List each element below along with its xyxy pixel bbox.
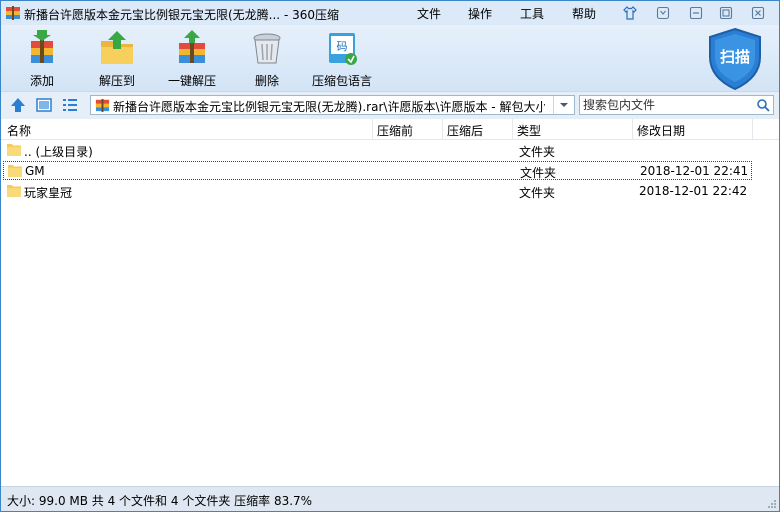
- file-type: 文件夹: [519, 145, 556, 159]
- close-icon: [751, 6, 765, 20]
- maximize-button[interactable]: [717, 4, 735, 22]
- up-arrow-icon[interactable]: [9, 96, 27, 114]
- scan-button-label[interactable]: 扫描: [706, 46, 764, 67]
- toolbar: 添加 解压到 一键解压 删除 码 压缩包语言: [1, 25, 779, 91]
- archive-language-icon: 码: [329, 33, 357, 65]
- svg-text:码: 码: [337, 40, 348, 53]
- file-row-parent[interactable]: .. (上级目录) 文件夹: [3, 141, 752, 160]
- app-logo-icon: [6, 6, 20, 20]
- column-size-after[interactable]: 压缩后: [447, 122, 483, 139]
- skin-shirt-button[interactable]: [621, 4, 639, 22]
- minimize-button[interactable]: [687, 4, 705, 22]
- column-type[interactable]: 类型: [517, 122, 541, 139]
- status-bar: 大小: 99.0 MB 共 4 个文件和 4 个文件夹 压缩率 83.7%: [1, 486, 779, 511]
- delete-trash-icon: [253, 33, 281, 64]
- status-text: 大小: 99.0 MB 共 4 个文件和 4 个文件夹 压缩率 83.7%: [7, 494, 313, 508]
- archive-file-icon: [95, 98, 110, 113]
- column-size-before[interactable]: 压缩前: [377, 122, 413, 139]
- extract-to-label: 解压到: [98, 74, 135, 88]
- column-divider[interactable]: [372, 119, 373, 139]
- delete-label: 删除: [254, 74, 279, 88]
- close-button[interactable]: [749, 4, 767, 22]
- one-click-extract-icon: [179, 30, 205, 63]
- archive-language-button[interactable]: 码 压缩包语言: [307, 29, 377, 89]
- extract-to-icon: [101, 31, 133, 64]
- column-divider[interactable]: [512, 119, 513, 139]
- path-dropdown-button[interactable]: [553, 96, 574, 114]
- column-divider[interactable]: [632, 119, 633, 139]
- list-view-icon[interactable]: [61, 96, 79, 114]
- one-click-extract-button[interactable]: 一键解压: [157, 29, 227, 89]
- add-label: 添加: [29, 74, 54, 88]
- one-click-extract-label: 一键解压: [167, 74, 216, 88]
- archive-language-label: 压缩包语言: [311, 74, 372, 88]
- file-date: 2018-12-01 22:41: [640, 164, 749, 178]
- path-field[interactable]: 新播台许愿版本金元宝比例银元宝无限(无龙腾).rar\许愿版本\许愿版本 - 解…: [90, 95, 575, 115]
- file-name: .. (上级目录): [24, 145, 93, 159]
- shirt-icon: [623, 6, 637, 20]
- file-type: 文件夹: [520, 166, 557, 180]
- feedback-icon: [656, 6, 670, 20]
- feedback-button[interactable]: [654, 4, 672, 22]
- file-name: 玩家皇冠: [24, 186, 73, 200]
- menu-tools[interactable]: 工具: [520, 5, 544, 22]
- add-archive-icon: [31, 30, 53, 63]
- chevron-down-icon: [560, 103, 568, 107]
- thumbnail-view-icon[interactable]: [35, 96, 53, 114]
- column-modified-date[interactable]: 修改日期: [637, 122, 685, 139]
- file-row-player-crown[interactable]: 玩家皇冠 文件夹 2018-12-01 22:42: [3, 182, 752, 201]
- column-divider[interactable]: [752, 119, 753, 139]
- folder-icon: [7, 185, 21, 197]
- file-row-gm[interactable]: GM 文件夹 2018-12-01 22:41: [3, 161, 752, 180]
- file-date: 2018-12-01 22:42: [639, 184, 748, 198]
- maximize-icon: [719, 6, 733, 20]
- minimize-icon: [689, 6, 703, 20]
- menu-operation[interactable]: 操作: [468, 5, 492, 22]
- column-divider[interactable]: [442, 119, 443, 139]
- file-type: 文件夹: [519, 186, 556, 200]
- address-bar: 新播台许愿版本金元宝比例银元宝无限(无龙腾).rar\许愿版本\许愿版本 - 解…: [1, 91, 779, 120]
- search-input[interactable]: [583, 97, 748, 113]
- folder-icon: [7, 144, 21, 156]
- app-window: 新播台许愿版本金元宝比例银元宝无限(无龙腾... - 360压缩 文件 操作 工…: [0, 0, 780, 512]
- menu-help[interactable]: 帮助: [572, 5, 596, 22]
- search-box[interactable]: [579, 95, 774, 115]
- search-icon[interactable]: [756, 98, 770, 112]
- delete-button[interactable]: 删除: [232, 29, 302, 89]
- window-title: 新播台许愿版本金元宝比例银元宝无限(无龙腾... - 360压缩: [24, 8, 339, 22]
- menu-file[interactable]: 文件: [417, 5, 441, 22]
- add-button[interactable]: 添加: [7, 29, 77, 89]
- path-text: 新播台许愿版本金元宝比例银元宝无限(无龙腾).rar\许愿版本\许愿版本 - 解…: [113, 100, 545, 114]
- folder-icon: [8, 165, 22, 177]
- resize-grip-icon[interactable]: [767, 499, 777, 509]
- title-bar: 新播台许愿版本金元宝比例银元宝无限(无龙腾... - 360压缩 文件 操作 工…: [1, 1, 779, 25]
- column-name[interactable]: 名称: [7, 122, 31, 139]
- file-list-header: 名称 压缩前 压缩后 类型 修改日期: [1, 119, 779, 140]
- extract-to-button[interactable]: 解压到: [82, 29, 152, 89]
- file-name: GM: [25, 164, 45, 178]
